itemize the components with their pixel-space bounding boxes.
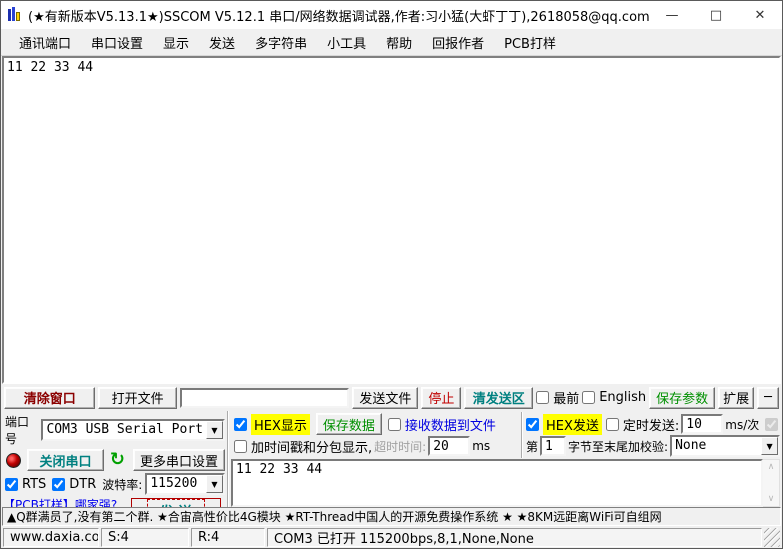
port-label: 端口号 — [5, 413, 37, 447]
checksum-label: 字节至末尾加校验: — [568, 438, 668, 455]
close-port-button[interactable]: 关闭串口 — [27, 449, 104, 471]
interval-input[interactable] — [681, 414, 723, 434]
sscom-window: (★有新版本V5.13.1★)SSCOM V5.12.1 串口/网络数据调试器,… — [0, 0, 783, 549]
minimize-button[interactable]: — — [650, 1, 694, 29]
send-options-group: HEX发送 定时发送: ms/次 加回车换行 第 字节至末尾加校验: None … — [523, 412, 782, 458]
timed-send-checkbox[interactable] — [606, 418, 619, 431]
rts-checkbox-label[interactable]: RTS — [5, 477, 46, 492]
refresh-ports-icon[interactable]: ↻ — [110, 452, 125, 468]
timestamp-checkbox[interactable] — [234, 440, 247, 453]
title-bar: (★有新版本V5.13.1★)SSCOM V5.12.1 串口/网络数据调试器,… — [1, 1, 782, 29]
close-button[interactable]: ✕ — [738, 1, 782, 29]
toolbar: 清除窗口 打开文件 发送文件 停止 清发送区 最前 English 保存参数 扩… — [1, 384, 782, 411]
checksum-select[interactable]: None ▼ — [670, 435, 780, 457]
byte-prefix-label: 第 — [526, 438, 538, 455]
chevron-down-icon[interactable]: ▼ — [206, 475, 223, 493]
recv-to-file-checkbox[interactable] — [388, 418, 401, 431]
dtr-checkbox[interactable] — [52, 478, 65, 491]
rts-checkbox[interactable] — [5, 478, 18, 491]
scroll-down-icon[interactable]: ∨ — [768, 494, 775, 504]
clear-window-button[interactable]: 清除窗口 — [4, 387, 95, 409]
port-select[interactable]: COM3 USB Serial Port ▼ — [41, 419, 225, 441]
topmost-checkbox[interactable] — [536, 391, 549, 404]
received-count: R:4 — [191, 528, 265, 547]
status-bar: www.daxia.com S:4 R:4 COM3 已打开 115200bps… — [1, 526, 782, 548]
chevron-down-icon[interactable]: ▼ — [761, 437, 778, 455]
english-checkbox[interactable] — [582, 391, 595, 404]
timeout-input[interactable] — [428, 436, 470, 456]
send-data-input[interactable]: 11 22 33 44 — [231, 459, 763, 507]
port-panel: 端口号 COM3 USB Serial Port ▼ 关闭串口 ↻ 更多串口设置… — [1, 411, 229, 507]
window-title: (★有新版本V5.13.1★)SSCOM V5.12.1 串口/网络数据调试器,… — [28, 6, 650, 25]
more-port-settings-button[interactable]: 更多串口设置 — [133, 449, 225, 471]
send-file-button[interactable]: 发送文件 — [352, 387, 418, 409]
recv-to-file-checkbox-label[interactable]: 接收数据到文件 — [388, 415, 496, 434]
save-data-button[interactable]: 保存数据 — [316, 413, 382, 435]
extend-button[interactable]: 扩展 — [718, 387, 754, 409]
website-link[interactable]: www.daxia.com — [3, 528, 99, 547]
port-open-led-icon — [6, 453, 21, 468]
ad-bar[interactable]: ▲Q群满员了,没有第二个群. ★合宙高性价比4G模块 ★RT-Thread中国人… — [2, 507, 781, 526]
english-checkbox-label[interactable]: English — [582, 390, 646, 405]
interval-unit: ms/次 — [725, 416, 759, 433]
hex-display-checkbox-label[interactable]: HEX显示 — [234, 414, 310, 435]
menu-reward-author[interactable]: 回报作者 — [422, 29, 494, 56]
hex-send-checkbox[interactable] — [526, 418, 539, 431]
menu-send[interactable]: 发送 — [199, 29, 245, 56]
menu-pcb-proto[interactable]: PCB打样 — [494, 29, 566, 56]
timeout-label: 超时时间: — [374, 438, 426, 455]
menu-help[interactable]: 帮助 — [376, 29, 422, 56]
topmost-checkbox-label[interactable]: 最前 — [536, 388, 579, 407]
menu-comm-port[interactable]: 通讯端口 — [9, 29, 81, 56]
timed-send-checkbox-label[interactable]: 定时发送: — [606, 415, 679, 434]
menu-display[interactable]: 显示 — [153, 29, 199, 56]
clear-send-area-button[interactable]: 清发送区 — [464, 387, 533, 409]
hex-send-checkbox-label[interactable]: HEX发送 — [526, 414, 602, 435]
baud-select[interactable]: 115200 ▼ — [145, 473, 225, 495]
options-panel: HEX显示 保存数据 接收数据到文件 加时间戳和分包显示, 超时时间: ms H… — [229, 411, 782, 507]
file-path-input[interactable] — [180, 388, 350, 408]
timestamp-checkbox-label[interactable]: 加时间戳和分包显示, — [234, 437, 372, 456]
crlf-checkbox[interactable] — [765, 418, 778, 431]
baud-label: 波特率: — [102, 476, 142, 493]
sent-count: S:4 — [101, 528, 189, 547]
maximize-button[interactable]: □ — [694, 1, 738, 29]
save-params-button[interactable]: 保存参数 — [649, 387, 715, 409]
crlf-checkbox-label[interactable]: 加回车换行 — [765, 415, 782, 434]
control-section: 端口号 COM3 USB Serial Port ▼ 关闭串口 ↻ 更多串口设置… — [1, 411, 782, 507]
menu-port-settings[interactable]: 串口设置 — [81, 29, 153, 56]
hex-display-checkbox[interactable] — [234, 418, 247, 431]
menu-bar: 通讯端口 串口设置 显示 发送 多字符串 小工具 帮助 回报作者 PCB打样 — [1, 29, 782, 56]
scroll-up-icon[interactable]: ∧ — [768, 462, 775, 472]
dtr-checkbox-label[interactable]: DTR — [52, 477, 96, 492]
menu-multi-string[interactable]: 多字符串 — [245, 29, 317, 56]
collapse-button[interactable]: ─ — [757, 387, 779, 409]
app-icon — [7, 7, 23, 23]
checksum-byte-input[interactable] — [540, 436, 566, 456]
timeout-unit: ms — [472, 439, 490, 453]
chevron-down-icon[interactable]: ▼ — [206, 421, 223, 439]
resize-grip[interactable] — [764, 528, 780, 547]
port-status-text: COM3 已打开 115200bps,8,1,None,None — [267, 528, 762, 547]
receive-data-area[interactable]: 11 22 33 44 — [2, 56, 781, 384]
send-area-scrollbar[interactable]: ∧ ∨ — [763, 459, 780, 507]
open-file-button[interactable]: 打开文件 — [98, 387, 176, 409]
stop-button[interactable]: 停止 — [421, 387, 461, 409]
receive-options-group: HEX显示 保存数据 接收数据到文件 加时间戳和分包显示, 超时时间: ms — [231, 412, 523, 458]
menu-tools[interactable]: 小工具 — [317, 29, 376, 56]
